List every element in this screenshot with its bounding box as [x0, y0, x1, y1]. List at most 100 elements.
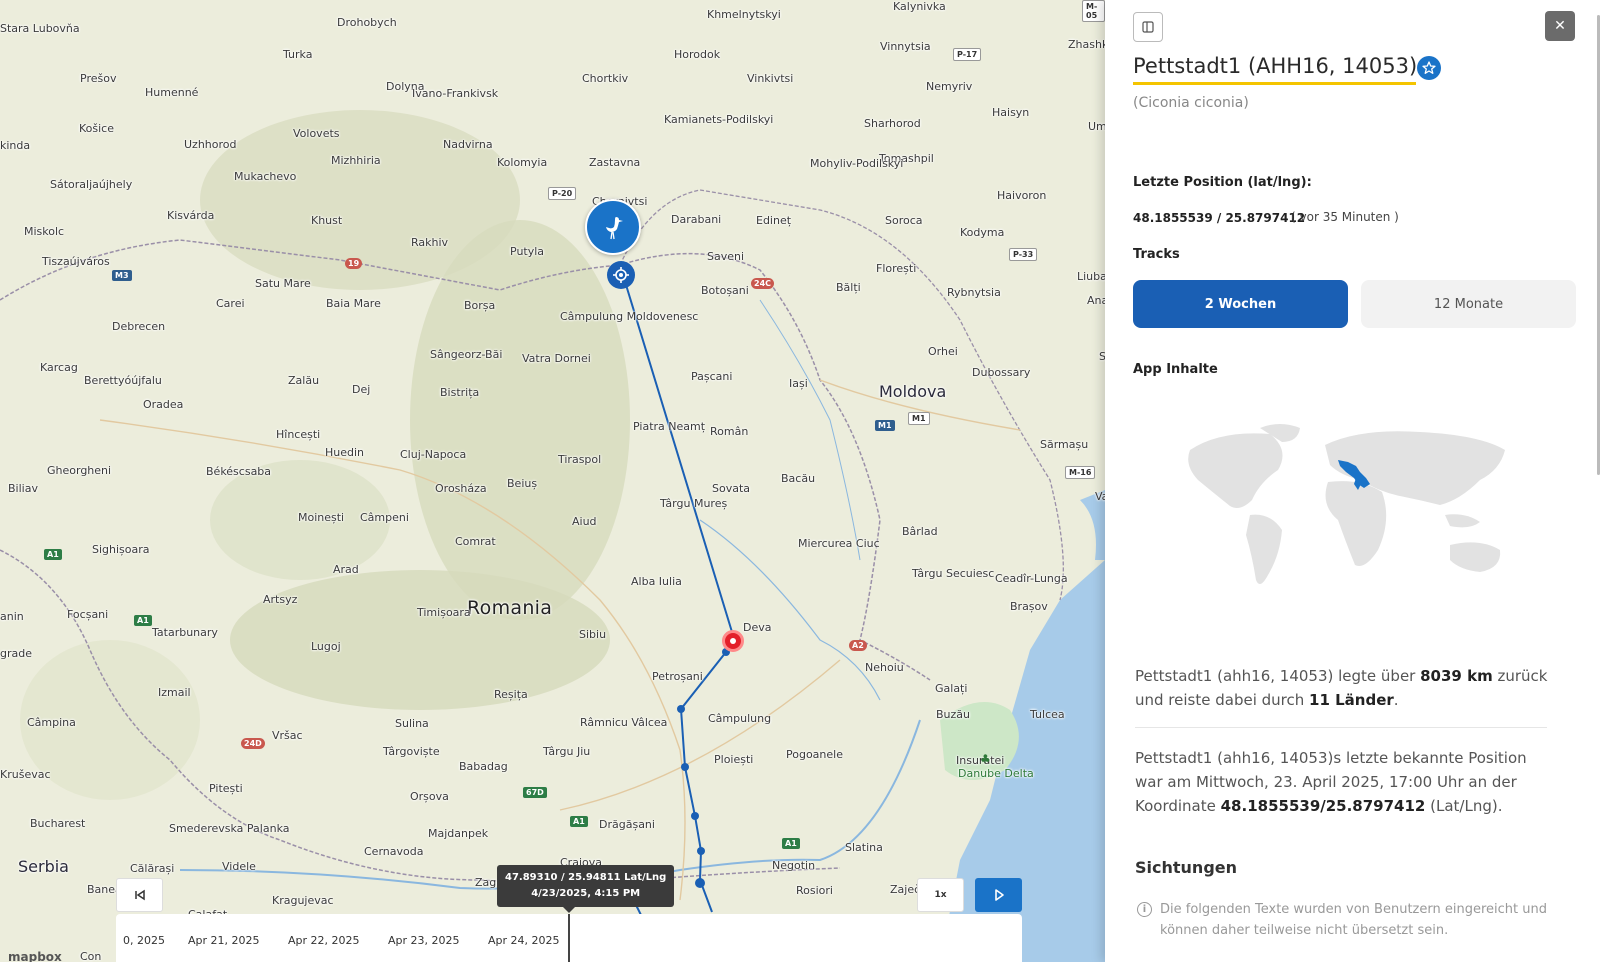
city-label: Kisvárda [167, 209, 215, 222]
city-label: Rybnytsia [947, 286, 1001, 299]
map-base [0, 110, 1105, 962]
stork-marker[interactable] [585, 199, 641, 255]
map-view[interactable]: Romania Moldova Serbia Drohobych Khmelnyt… [0, 0, 1105, 962]
city-label: Khust [311, 214, 343, 227]
current-playback-marker[interactable] [722, 630, 744, 652]
city-label: Stara Lubovňa [0, 22, 80, 35]
road-shield: A1 [782, 838, 800, 849]
city-label: Liubas [1077, 270, 1105, 283]
road-shield: M1 [908, 412, 930, 425]
city-label: Hîncești [276, 428, 321, 441]
city-label: Smederevska Palanka [169, 822, 290, 835]
timeline-tick: Apr 24, 2025 [488, 934, 560, 947]
city-label: Dej [352, 383, 371, 396]
map-logo: mapbox [8, 950, 62, 962]
city-label: Iași [789, 377, 808, 390]
play-button[interactable] [975, 878, 1022, 912]
road-shield: A1 [570, 816, 588, 827]
city-label: Darabani [671, 213, 722, 226]
city-label: Borșa [464, 299, 496, 312]
close-button[interactable]: ✕ [1545, 11, 1575, 41]
star-icon [1422, 61, 1436, 74]
city-label: Chortkiv [582, 72, 629, 85]
city-label: Con [80, 950, 102, 962]
city-label: Mukachevo [234, 170, 297, 183]
city-label: Videle [222, 860, 256, 873]
city-label: Comrat [455, 535, 496, 548]
panel-toggle-button[interactable] [1133, 12, 1163, 42]
skip-back-button[interactable] [116, 878, 163, 912]
timeline-bar[interactable]: 0, 2025 Apr 21, 2025 Apr 22, 2025 Apr 23… [116, 914, 1022, 962]
city-label: Târgu Jiu [543, 745, 591, 758]
road-shield: 67D [523, 787, 547, 798]
road-shield: M-16 [1065, 466, 1096, 479]
city-label: Vatra Dornei [522, 352, 591, 365]
tab-12-months[interactable]: 12 Monate [1361, 280, 1576, 328]
city-label: Sibiu [579, 628, 607, 641]
city-label: Râmnicu Vâlcea [580, 716, 668, 729]
city-label: Oradea [143, 398, 184, 411]
stork-icon [606, 217, 623, 240]
road-shield: P-17 [953, 48, 982, 61]
city-label: Zhashkiv [1068, 38, 1105, 51]
city-label: Galați [935, 682, 968, 695]
panel-scrollbar[interactable] [1597, 15, 1600, 475]
city-label: Kamianets-Podilskyi [664, 113, 774, 126]
city-label: Piatra Neamț [633, 420, 706, 433]
bird-title: Pettstadt1 (AHH16, 14053) [1133, 54, 1418, 78]
city-label: Turka [283, 48, 313, 61]
city-label: Carei [216, 297, 245, 310]
last-position-marker[interactable] [607, 261, 635, 289]
city-label: Haisyn [992, 106, 1030, 119]
world-map-thumbnail [1188, 424, 1505, 584]
city-label: Kodyma [960, 226, 1005, 239]
road-shield: A1 [44, 549, 62, 560]
city-label: Drăgășani [599, 818, 655, 831]
timeline-cursor[interactable] [568, 914, 570, 962]
city-label: Zalău [288, 374, 320, 387]
road-shield: P-33 [1009, 248, 1038, 261]
sightings-note: Die folgenden Texte wurden von Benutzern… [1160, 902, 1547, 938]
city-label: Sângeorz-Băi [430, 348, 503, 361]
road-shield: 24C [751, 278, 775, 289]
tab-2-weeks[interactable]: 2 Wochen [1133, 280, 1348, 328]
city-label: Mizhhiria [331, 154, 381, 167]
city-label: Reșița [494, 688, 528, 701]
city-label: Bârlad [902, 525, 938, 538]
city-label: Alba Iulia [631, 575, 682, 588]
timeline-tick: Apr 23, 2025 [388, 934, 460, 947]
timeline-tick: Apr 21, 2025 [188, 934, 260, 947]
locate-target-icon [613, 267, 629, 283]
city-label: Miercurea Ciuc [798, 537, 880, 550]
city-label: Edineț [756, 214, 792, 227]
info-icon: i [1137, 902, 1152, 917]
speed-button[interactable]: 1x [917, 878, 964, 912]
road-shield: 24D [241, 738, 265, 749]
road-shield: P-20 [548, 187, 577, 200]
tree-icon: ♣ [980, 752, 991, 766]
city-label: Arad [333, 563, 359, 576]
city-label: Buzău [936, 708, 971, 721]
city-label: Târgoviște [383, 745, 440, 758]
road-shield: 19 [345, 258, 363, 269]
city-label: Bucharest [30, 817, 86, 830]
country-label-serbia: Serbia [18, 857, 69, 876]
city-label: Mohyliv-Podilskyi [810, 157, 904, 170]
position-ago: ( vor 35 Minuten ) [1291, 210, 1399, 224]
city-label: Câmpeni [360, 511, 409, 524]
city-label: Volovets [293, 127, 340, 140]
marker-dot [730, 638, 736, 644]
city-label: Câmpina [27, 716, 76, 729]
city-label: Moinești [298, 511, 345, 524]
city-label: Horodok [674, 48, 721, 61]
city-label: Karcag [40, 361, 78, 374]
city-label: Vaslui [1095, 490, 1105, 503]
city-label: Deva [743, 621, 772, 634]
city-label: Slatina [845, 841, 883, 854]
city-label: Vršac [272, 729, 303, 742]
app-content-label: App Inhalte [1133, 362, 1218, 377]
city-label: Bacău [781, 472, 816, 485]
city-label: Nemyriv [926, 80, 973, 93]
city-label: Babadag [459, 760, 508, 773]
city-label: Nadvirna [443, 138, 493, 151]
